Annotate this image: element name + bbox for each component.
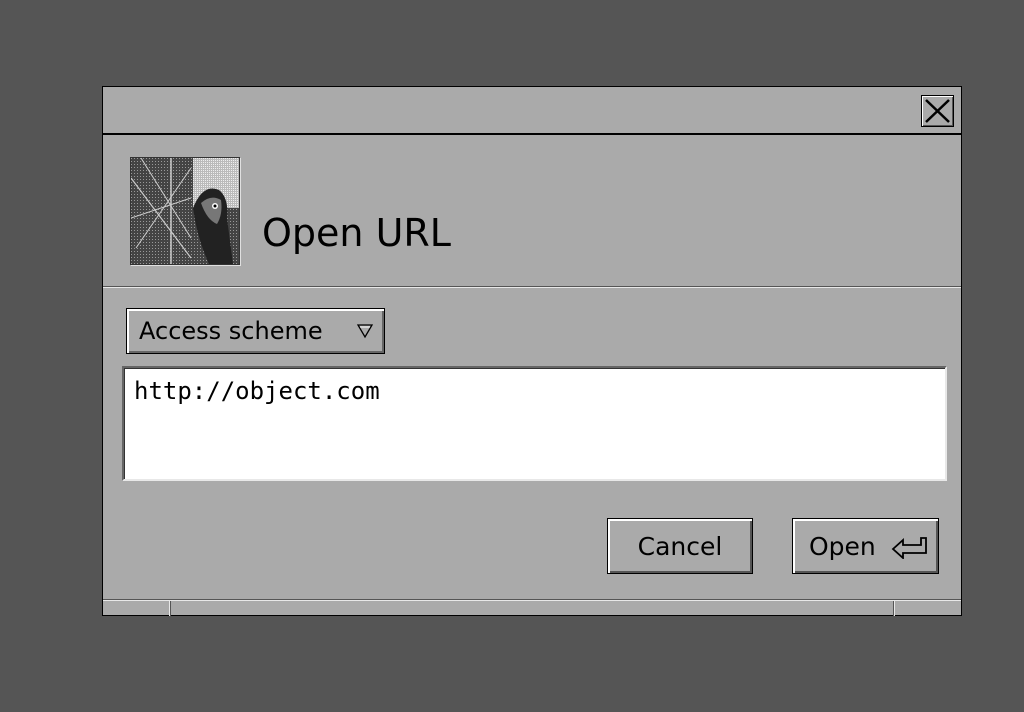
open-button[interactable]: Open	[792, 518, 939, 574]
dialog-header: Open URL	[103, 135, 961, 288]
cancel-label: Cancel	[637, 531, 723, 561]
cancel-button[interactable]: Cancel	[607, 518, 753, 574]
status-segment-left	[103, 601, 170, 616]
umbrella-bird-icon	[130, 157, 240, 265]
status-bar	[103, 599, 961, 616]
close-button[interactable]	[921, 95, 954, 127]
open-label: Open	[809, 531, 876, 561]
status-segment-right	[894, 601, 961, 616]
titlebar	[103, 87, 961, 135]
open-url-dialog: Open URL Access scheme http://object.com…	[102, 86, 962, 616]
access-scheme-label: Access scheme	[139, 317, 323, 345]
return-key-icon	[891, 537, 927, 559]
triangle-down-icon	[356, 324, 374, 339]
url-input[interactable]: http://object.com	[122, 366, 947, 481]
close-icon	[925, 99, 950, 123]
access-scheme-menu[interactable]: Access scheme	[126, 308, 385, 354]
dialog-title: Open URL	[262, 211, 451, 255]
